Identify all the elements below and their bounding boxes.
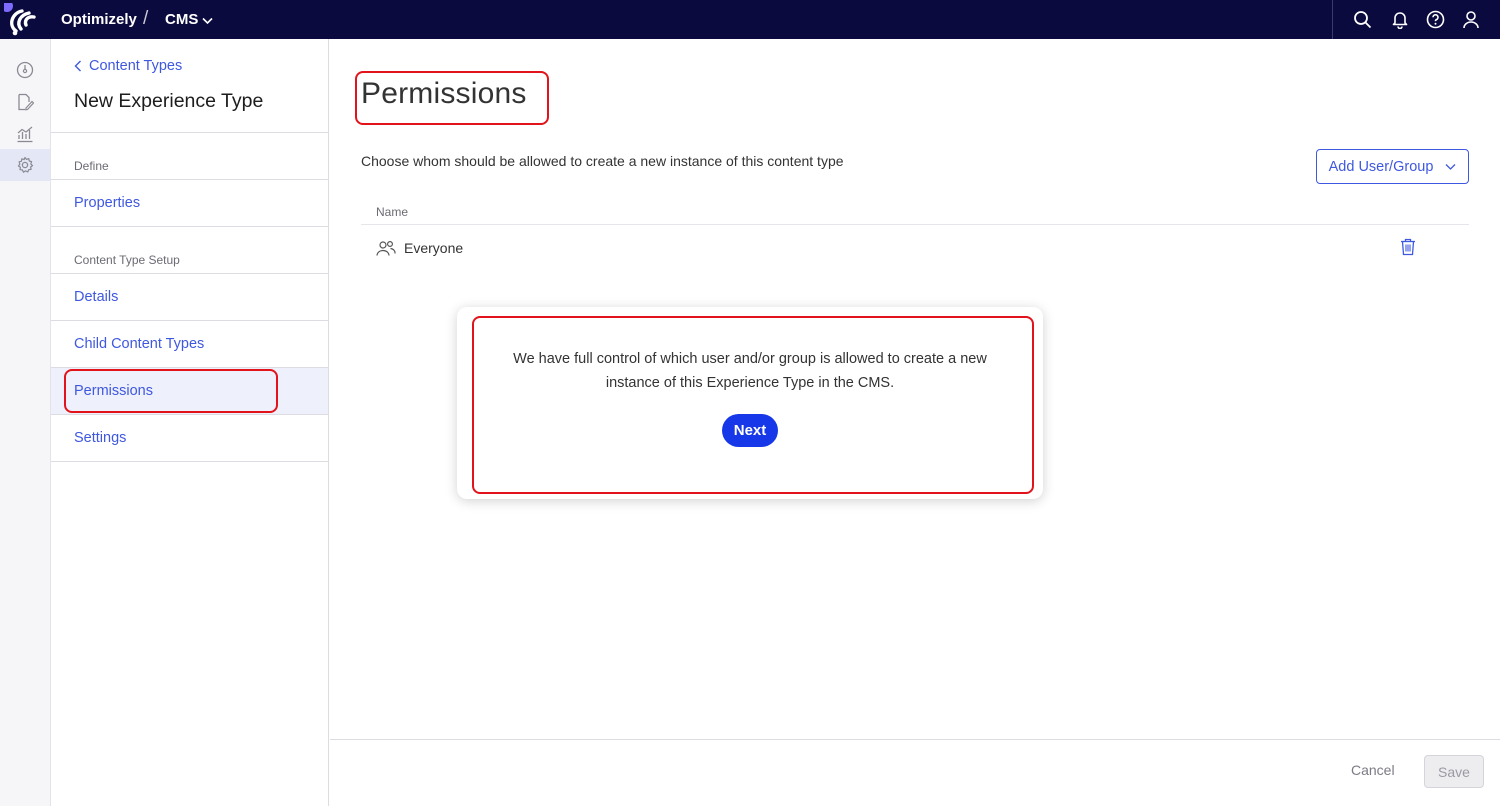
- sidebar-item-permissions[interactable]: Permissions: [51, 368, 328, 414]
- tooltip-text: We have full control of which user and/o…: [513, 351, 987, 391]
- settings-icon[interactable]: [0, 149, 50, 181]
- divider: [51, 461, 328, 462]
- sidebar-item-properties[interactable]: Properties: [51, 180, 328, 226]
- sidebar-item-child-content-types[interactable]: Child Content Types: [51, 321, 328, 367]
- permissions-description: Choose whom should be allowed to create …: [361, 153, 844, 169]
- next-button[interactable]: Next: [722, 414, 778, 447]
- section-label-define: Define: [74, 159, 109, 173]
- table-header-divider: [361, 224, 1469, 225]
- topbar-divider: [1332, 0, 1333, 39]
- left-rail: [0, 39, 51, 806]
- help-icon[interactable]: [1425, 9, 1446, 30]
- save-button[interactable]: Save: [1424, 755, 1484, 788]
- table-row: Everyone: [376, 236, 1469, 260]
- back-to-content-types-link[interactable]: Content Types: [74, 58, 182, 74]
- cancel-button[interactable]: Cancel: [1351, 762, 1395, 778]
- sidebar-item-settings[interactable]: Settings: [51, 415, 328, 461]
- page-title: Permissions: [361, 77, 527, 110]
- chevron-down-icon: [202, 17, 213, 24]
- optimizely-logo-icon[interactable]: [4, 3, 38, 37]
- analytics-icon[interactable]: [0, 118, 50, 150]
- sidebar-item-details[interactable]: Details: [51, 274, 328, 320]
- trash-icon[interactable]: [1400, 238, 1416, 256]
- dashboard-icon[interactable]: [0, 54, 50, 86]
- user-icon[interactable]: [1460, 9, 1481, 30]
- footer-divider: [330, 739, 1500, 740]
- content-type-sidebar: Content Types New Experience Type Define…: [51, 39, 329, 806]
- product-name: CMS: [165, 11, 199, 28]
- back-link-label: Content Types: [89, 58, 183, 74]
- product-switcher[interactable]: CMS: [165, 11, 214, 28]
- divider: [51, 132, 328, 133]
- sidebar-title: New Experience Type: [74, 90, 264, 112]
- brand-name[interactable]: Optimizely: [61, 11, 137, 28]
- section-label-setup: Content Type Setup: [74, 253, 180, 267]
- column-header-name: Name: [376, 205, 409, 219]
- row-name: Everyone: [404, 240, 464, 256]
- search-icon[interactable]: [1352, 9, 1373, 30]
- breadcrumb-separator: /: [143, 8, 149, 29]
- add-user-group-button[interactable]: Add User/Group: [1316, 149, 1469, 184]
- edit-icon[interactable]: [0, 86, 50, 118]
- group-icon: [376, 240, 396, 256]
- chevron-left-icon: [74, 60, 81, 72]
- divider: [51, 226, 328, 227]
- walkthrough-tooltip: We have full control of which user and/o…: [457, 307, 1043, 499]
- add-user-group-label: Add User/Group: [1328, 158, 1434, 175]
- top-bar: Optimizely / CMS: [0, 0, 1500, 39]
- bell-icon[interactable]: [1389, 9, 1410, 30]
- chevron-down-icon: [1445, 163, 1456, 170]
